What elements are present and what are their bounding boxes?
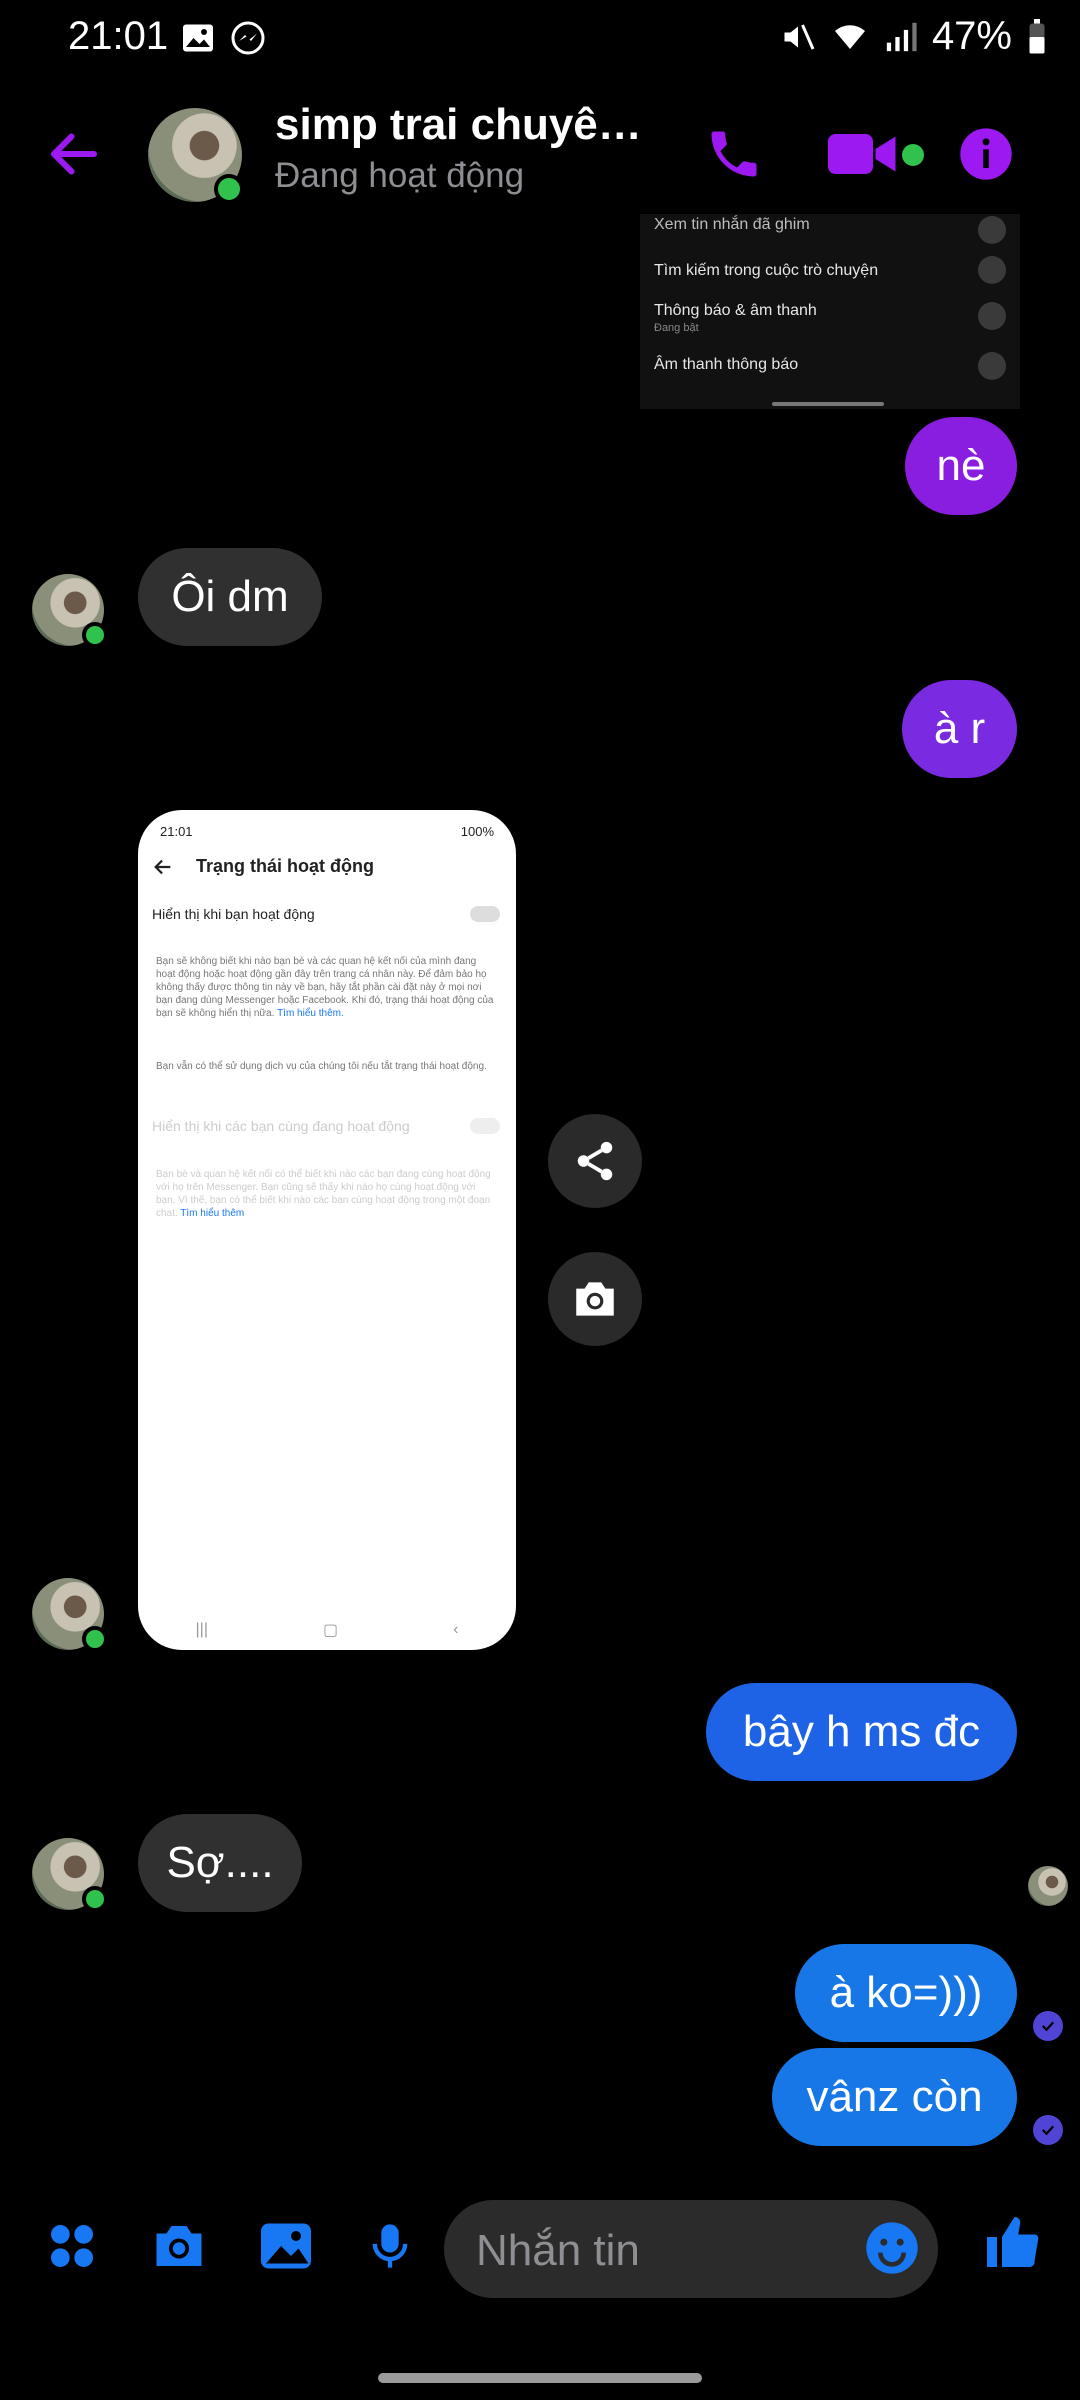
apps-grid-icon xyxy=(51,2225,93,2267)
status-left-icons xyxy=(180,20,266,56)
bell-icon xyxy=(978,352,1006,380)
card-home-icon: ▢ xyxy=(322,1622,339,1639)
like-button[interactable] xyxy=(982,2212,1042,2277)
card-toggle-2 xyxy=(470,1118,500,1134)
pin-icon xyxy=(978,216,1006,244)
menu-row-notifications-sub: Đang bật xyxy=(654,322,699,334)
card-paragraph-3: Bạn bè và quan hệ kết nối có thể biết kh… xyxy=(156,1169,491,1219)
voice-message-button[interactable] xyxy=(364,2216,416,2281)
status-right: 47% xyxy=(780,14,1048,59)
card-recents-icon: ||| xyxy=(195,1621,208,1638)
online-indicator xyxy=(214,174,244,204)
mute-icon xyxy=(784,23,815,50)
info-button[interactable] xyxy=(958,126,1014,187)
back-button[interactable] xyxy=(44,124,104,189)
contact-name[interactable]: simp trai chuyên... xyxy=(275,100,655,150)
active-status: Đang hoạt động xyxy=(275,156,525,195)
message-outgoing[interactable]: bây h ms đc xyxy=(706,1683,1017,1781)
message-input-placeholder: Nhắn tin xyxy=(476,2226,640,2275)
more-actions-button[interactable] xyxy=(44,2218,100,2279)
seen-avatar xyxy=(1028,1866,1068,1906)
card-toggle-label-2: Hiển thị khi các bạn cùng đang hoạt động xyxy=(152,1118,410,1134)
camera-icon xyxy=(156,2226,202,2266)
menu-row-pinned: Xem tin nhắn đã ghim xyxy=(654,216,810,233)
emoji-button[interactable] xyxy=(864,2220,920,2281)
card-back-icon: ‹ xyxy=(453,1621,459,1638)
message-incoming[interactable]: Ôi dm xyxy=(138,548,322,646)
wifi-icon xyxy=(834,24,865,49)
camera-button[interactable] xyxy=(148,2216,210,2281)
video-call-button[interactable] xyxy=(828,128,898,185)
card-title: Trạng thái hoạt động xyxy=(196,856,374,876)
share-button[interactable] xyxy=(548,1114,642,1208)
info-icon xyxy=(960,128,1012,180)
delivered-check-icon xyxy=(1033,2115,1063,2145)
card-toggle-1 xyxy=(470,906,500,922)
gallery-icon xyxy=(183,24,213,52)
microphone-icon xyxy=(372,2224,408,2268)
delivered-check-icon xyxy=(1033,2011,1063,2041)
online-indicator xyxy=(82,1626,108,1652)
battery-percent: 47% xyxy=(931,14,1012,58)
voice-call-button[interactable] xyxy=(704,124,764,189)
message-incoming[interactable]: Sợ.... xyxy=(138,1814,302,1912)
message-input[interactable]: Nhắn tin xyxy=(444,2200,938,2298)
sheet-handle xyxy=(772,402,884,406)
smiley-icon xyxy=(866,2222,918,2274)
search-icon xyxy=(978,256,1006,284)
message-outgoing[interactable]: à ko=))) xyxy=(795,1944,1017,2042)
card-paragraph-1: Bạn sẽ không biết khi nào bạn bè và các … xyxy=(156,956,494,1019)
video-camera-icon xyxy=(828,134,896,174)
share-icon xyxy=(577,1141,613,1181)
image-icon xyxy=(261,2223,311,2269)
phone-icon xyxy=(711,131,757,177)
signal-icon xyxy=(886,22,917,51)
card-status-time: 21:01 xyxy=(160,824,193,839)
message-outgoing[interactable]: à r xyxy=(902,680,1017,778)
video-active-dot xyxy=(902,144,924,166)
messenger-icon xyxy=(231,21,265,55)
bell-icon xyxy=(978,302,1006,330)
camera-icon xyxy=(576,1282,614,1316)
card-back-arrow-icon xyxy=(154,859,171,875)
status-time: 21:01 xyxy=(68,14,169,58)
shared-menu-screenshot[interactable]: Xem tin nhắn đã ghim Tìm kiếm trong cuộc… xyxy=(640,214,1020,409)
message-outgoing[interactable]: nè xyxy=(905,417,1017,515)
message-outgoing[interactable]: vânz còn xyxy=(772,2048,1017,2146)
online-indicator xyxy=(82,1886,108,1912)
battery-icon xyxy=(1029,18,1045,53)
online-indicator xyxy=(82,622,108,648)
home-indicator[interactable] xyxy=(378,2373,702,2383)
shared-image[interactable]: 21:01 100% Trạng thái hoạt động Hiển thị… xyxy=(138,810,516,1650)
back-arrow-icon xyxy=(51,133,97,175)
thumbs-up-icon xyxy=(987,2217,1039,2268)
save-image-button[interactable] xyxy=(548,1252,642,1346)
menu-row-search: Tìm kiếm trong cuộc trò chuyện xyxy=(654,262,879,279)
card-toggle-label-1: Hiển thị khi bạn hoạt động xyxy=(152,906,315,922)
menu-row-sound: Âm thanh thông báo xyxy=(654,356,799,373)
card-nav-bar: ||| ▢ ‹ xyxy=(138,1610,516,1650)
menu-row-notifications: Thông báo & âm thanh xyxy=(654,302,817,319)
card-status-battery: 100% xyxy=(460,824,494,839)
gallery-button[interactable] xyxy=(256,2216,316,2281)
card-paragraph-2: Bạn vẫn có thể sử dụng dịch vụ của chúng… xyxy=(156,1061,487,1072)
